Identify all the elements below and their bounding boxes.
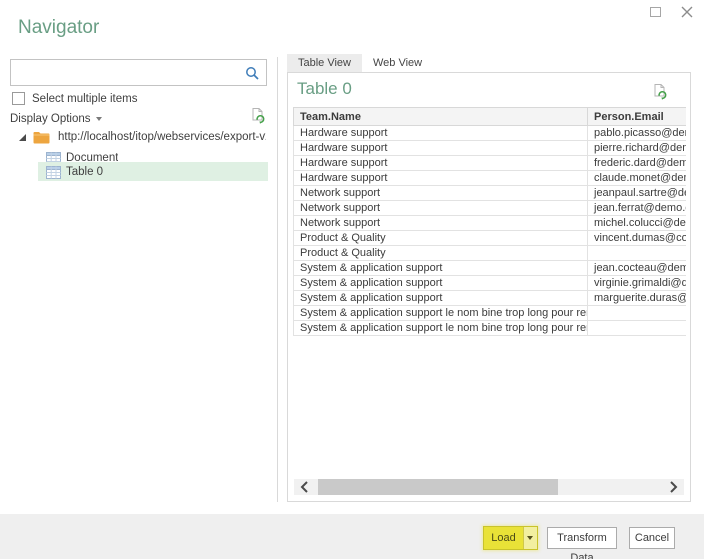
- table-cell: jean.ferrat@demo.co: [588, 201, 687, 216]
- table-cell: [588, 246, 687, 261]
- table-row: Hardware supportpierre.richard@demo: [294, 141, 687, 156]
- table-cell: Network support: [294, 186, 588, 201]
- select-multiple-checkbox[interactable]: [12, 92, 25, 105]
- table-cell: Hardware support: [294, 171, 588, 186]
- table-row: Network supportmichel.colucci@demo: [294, 216, 687, 231]
- table-cell: marguerite.duras@d: [588, 291, 687, 306]
- chevron-down-icon: [527, 536, 533, 540]
- table-cell: System & application support: [294, 291, 588, 306]
- load-split-button[interactable]: Load: [483, 526, 538, 550]
- cancel-button[interactable]: Cancel: [629, 527, 675, 549]
- table-cell: jeanpaul.sartre@dem: [588, 186, 687, 201]
- display-options-dropdown[interactable]: Display Options: [10, 113, 102, 125]
- table-row: System & application supportmarguerite.d…: [294, 291, 687, 306]
- table-header-row: Team.Name Person.Email: [294, 108, 687, 126]
- folder-icon: [33, 131, 50, 144]
- table-cell: System & application support: [294, 276, 588, 291]
- table-cell: [588, 306, 687, 321]
- tree-item-label: Table 0: [66, 166, 103, 178]
- table-row: Network supportjean.ferrat@demo.co: [294, 201, 687, 216]
- tab-table-view[interactable]: Table View: [287, 54, 362, 73]
- preview-tabs: Table View Web View: [287, 54, 433, 73]
- table-cell: Network support: [294, 216, 588, 231]
- tree-expander-icon[interactable]: [18, 133, 27, 142]
- column-header-team-name[interactable]: Team.Name: [294, 108, 588, 126]
- load-dropdown-button[interactable]: [523, 527, 537, 549]
- maximize-icon[interactable]: [650, 7, 661, 17]
- table-cell: System & application support le nom bine…: [294, 321, 588, 336]
- footer-bar: Load Transform Data Cancel: [0, 514, 704, 559]
- table-row: Hardware supportpablo.picasso@demo: [294, 126, 687, 141]
- table-cell: [588, 321, 687, 336]
- table-icon: [46, 166, 61, 179]
- table-cell: Product & Quality: [294, 246, 588, 261]
- search-input[interactable]: [15, 62, 241, 83]
- table-row: Product & Quality: [294, 246, 687, 261]
- table-cell: michel.colucci@demo: [588, 216, 687, 231]
- tab-web-view[interactable]: Web View: [362, 54, 433, 73]
- table-row: System & application support le nom bine…: [294, 306, 687, 321]
- preview-panel: Table 0 Team.Name Person.Email Hardware …: [287, 72, 691, 502]
- display-options-row: Display Options: [10, 109, 268, 126]
- load-button[interactable]: Load: [484, 527, 523, 549]
- preview-table: Team.Name Person.Email Hardware supportp…: [293, 107, 686, 336]
- horizontal-scrollbar[interactable]: [294, 479, 684, 495]
- close-icon[interactable]: [679, 4, 695, 20]
- scroll-right-icon[interactable]: [666, 480, 680, 494]
- search-icon[interactable]: [244, 65, 260, 81]
- page-title: Navigator: [18, 17, 99, 39]
- refresh-icon[interactable]: [250, 107, 266, 129]
- table-cell: frederic.dard@demo.: [588, 156, 687, 171]
- table-row: System & application support le nom bine…: [294, 321, 687, 336]
- table-cell: System & application support: [294, 261, 588, 276]
- tree-item-source-url[interactable]: http://localhost/itop/webservices/export…: [0, 128, 268, 147]
- table-row: Hardware supportclaude.monet@demo: [294, 171, 687, 186]
- table-cell: jean.cocteau@demo.: [588, 261, 687, 276]
- table-cell: Product & Quality: [294, 231, 588, 246]
- table-cell: System & application support le nom bine…: [294, 306, 588, 321]
- column-header-person-email[interactable]: Person.Email: [588, 108, 687, 126]
- preview-table-wrap: Team.Name Person.Email Hardware supportp…: [293, 107, 686, 347]
- tree-item-label: http://localhost/itop/webservices/export…: [58, 131, 266, 143]
- scroll-left-icon[interactable]: [298, 480, 312, 494]
- preview-title: Table 0: [297, 79, 352, 99]
- table-cell: virginie.grimaldi@de: [588, 276, 687, 291]
- table-row: System & application supportvirginie.gri…: [294, 276, 687, 291]
- refresh-preview-icon[interactable]: [652, 83, 668, 105]
- table-cell: pierre.richard@demo: [588, 141, 687, 156]
- pane-divider: [277, 57, 278, 502]
- table-cell: Hardware support: [294, 156, 588, 171]
- select-multiple-label: Select multiple items: [32, 93, 137, 105]
- navigator-dialog: Navigator Select multiple items Display …: [0, 0, 704, 559]
- chevron-down-icon: [96, 117, 102, 121]
- table-cell: pablo.picasso@demo: [588, 126, 687, 141]
- table-row: Product & Qualityvincent.dumas@com: [294, 231, 687, 246]
- table-cell: Hardware support: [294, 141, 588, 156]
- table-cell: Hardware support: [294, 126, 588, 141]
- scrollbar-thumb[interactable]: [318, 479, 558, 495]
- table-row: Hardware supportfrederic.dard@demo.: [294, 156, 687, 171]
- table-cell: claude.monet@demo: [588, 171, 687, 186]
- table-cell: vincent.dumas@com: [588, 231, 687, 246]
- transform-data-button[interactable]: Transform Data: [547, 527, 617, 549]
- table-cell: Network support: [294, 201, 588, 216]
- search-box: [10, 59, 267, 86]
- table-row: Network supportjeanpaul.sartre@dem: [294, 186, 687, 201]
- table-row: System & application supportjean.cocteau…: [294, 261, 687, 276]
- tree-item-table0[interactable]: Table 0: [0, 162, 268, 181]
